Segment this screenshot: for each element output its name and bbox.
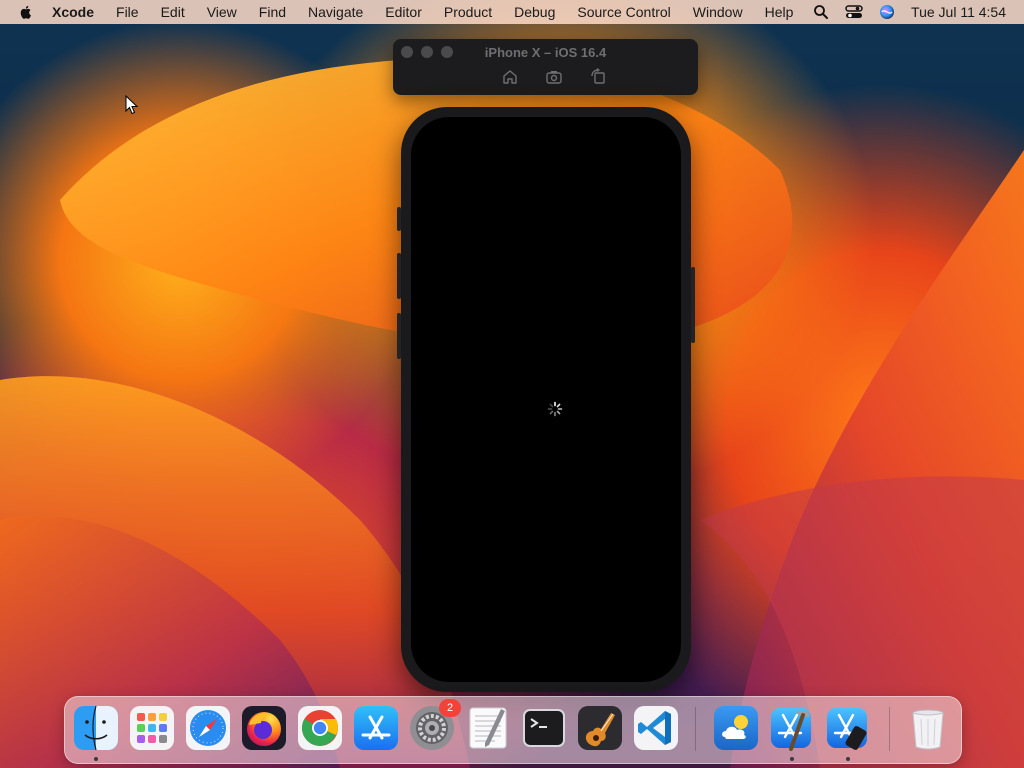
weather-icon (714, 706, 758, 750)
dock-finder[interactable] (73, 705, 119, 751)
menu-view[interactable]: View (207, 4, 237, 20)
dock-instruments[interactable] (577, 705, 623, 751)
menu-navigate[interactable]: Navigate (308, 4, 363, 20)
instruments-guitar-icon (578, 706, 622, 750)
xcode-hammer-icon (771, 708, 811, 751)
menu-app-name[interactable]: Xcode (52, 4, 94, 20)
menu-product[interactable]: Product (444, 4, 492, 20)
menu-file[interactable]: File (116, 4, 139, 20)
vscode-icon (634, 706, 678, 750)
app-store-icon (354, 706, 398, 750)
menu-edit[interactable]: Edit (161, 4, 185, 20)
control-center-icon[interactable] (845, 4, 863, 20)
dock-system-settings[interactable]: 2 (409, 699, 461, 751)
textedit-icon (469, 707, 507, 749)
safari-icon (186, 706, 230, 750)
menu-bar: Xcode File Edit View Find Navigate Edito… (0, 0, 1024, 24)
running-indicator (94, 757, 98, 761)
terminal-icon (523, 709, 565, 747)
dock-divider (889, 707, 890, 751)
siri-icon[interactable] (879, 4, 895, 20)
trash-icon (912, 709, 944, 750)
dock-terminal[interactable] (521, 705, 567, 751)
apple-logo-icon[interactable] (18, 4, 34, 20)
dock-divider (695, 707, 696, 751)
dock-xcode[interactable] (769, 705, 815, 751)
volume-up-button (397, 253, 401, 299)
firefox-icon (242, 706, 286, 750)
dock-app-store[interactable] (353, 705, 399, 751)
home-icon[interactable] (501, 68, 519, 86)
spotlight-search-icon[interactable] (813, 4, 829, 20)
dock: 2 (64, 696, 962, 764)
simulator-icon (827, 708, 867, 750)
launchpad-icon (130, 706, 174, 750)
dock-weather[interactable] (713, 705, 759, 751)
simulator-tools (501, 68, 633, 86)
dock-simulator[interactable] (825, 705, 871, 751)
finder-icon (74, 705, 118, 751)
dock-vscode[interactable] (633, 705, 679, 751)
running-indicator (790, 757, 794, 761)
chrome-icon (298, 706, 342, 750)
simulator-screen[interactable] (411, 117, 681, 682)
volume-down-button (397, 313, 401, 359)
menu-window[interactable]: Window (693, 4, 743, 20)
dock-chrome[interactable] (297, 705, 343, 751)
menu-editor[interactable]: Editor (385, 4, 422, 20)
simulator-window-toolbar: iPhone X – iOS 16.4 (393, 39, 698, 95)
dock-trash[interactable] (905, 705, 951, 751)
rotate-icon[interactable] (589, 68, 607, 86)
dock-safari[interactable] (185, 705, 231, 751)
dock-firefox[interactable] (241, 705, 287, 751)
notification-badge: 2 (439, 699, 461, 717)
action-button (397, 207, 401, 231)
side-power-button (691, 267, 695, 343)
mouse-pointer-icon (125, 95, 139, 115)
dock-textedit[interactable] (465, 705, 511, 751)
menu-debug[interactable]: Debug (514, 4, 555, 20)
iphone-simulator-device (397, 107, 695, 692)
running-indicator (846, 757, 850, 761)
menu-find[interactable]: Find (259, 4, 286, 20)
dock-launchpad[interactable] (129, 705, 175, 751)
screenshot-icon[interactable] (545, 68, 563, 86)
menu-help[interactable]: Help (765, 4, 794, 20)
simulator-title: iPhone X – iOS 16.4 (484, 45, 607, 60)
menu-clock[interactable]: Tue Jul 11 4:54 (911, 4, 1006, 20)
loading-spinner-icon (547, 401, 563, 417)
menu-source-control[interactable]: Source Control (577, 4, 670, 20)
